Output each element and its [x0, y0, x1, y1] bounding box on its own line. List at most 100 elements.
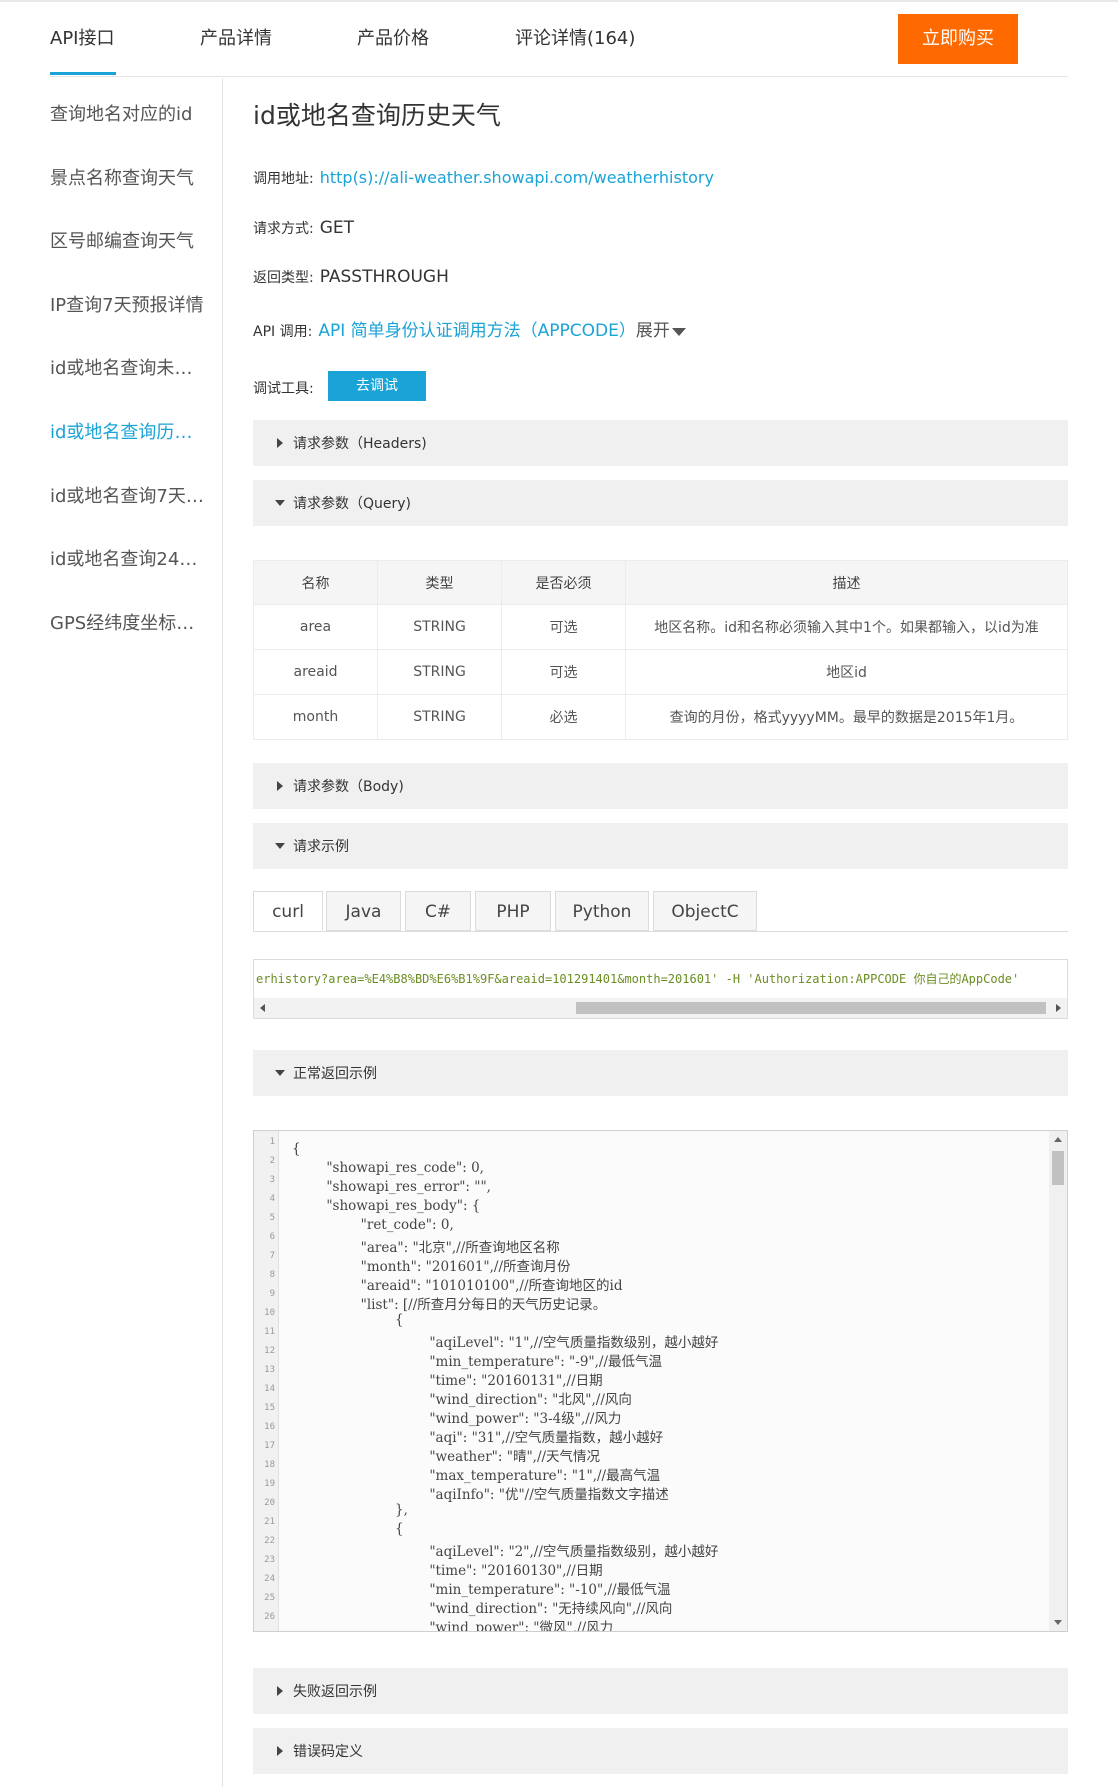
line-number: 27: [264, 1631, 275, 1632]
sidebar-item-gps-weather[interactable]: GPS经纬度坐标…: [50, 609, 210, 635]
debug-label: 调试工具:: [253, 381, 314, 397]
query-params-table: 名称 类型 是否必须 描述 area STRING 可选 地区名称。id和名称必…: [253, 560, 1068, 740]
param-required: 可选: [501, 604, 626, 650]
section-query[interactable]: 请求参数（Query): [253, 480, 1068, 526]
endpoint-row: 调用地址: http(s)://ali-weather.showapi.com/w…: [253, 168, 714, 188]
caret-right-icon: [277, 1686, 283, 1696]
section-body[interactable]: 请求参数（Body): [253, 763, 1068, 809]
scroll-down-icon[interactable]: [1054, 1620, 1062, 1625]
line-number: 23: [264, 1555, 275, 1565]
curl-example-box: erhistory?area=%E4%B8%BD%E6%B1%9F&areaid…: [253, 959, 1068, 1019]
line-number: 25: [264, 1593, 275, 1603]
caret-down-icon[interactable]: [671, 327, 686, 336]
code-line: "weather": "晴",//天气情况: [292, 1449, 601, 1465]
code-line: {: [292, 1312, 404, 1328]
line-number: 14: [264, 1384, 275, 1394]
code-line: "min_temperature": "-9",//最低气温: [292, 1354, 663, 1370]
line-number: 5: [269, 1213, 275, 1223]
return-type-label: 返回类型:: [253, 270, 314, 286]
param-required: 可选: [501, 649, 626, 695]
col-description: 描述: [625, 560, 1068, 605]
section-error-response-title: 失败返回示例: [293, 1684, 377, 1700]
code-line: "aqiInfo": "优"//空气质量指数文字描述: [292, 1487, 669, 1503]
section-headers[interactable]: 请求参数（Headers): [253, 420, 1068, 466]
line-number: 20: [264, 1498, 275, 1508]
scroll-left-icon[interactable]: [260, 1004, 265, 1012]
line-number: 6: [269, 1232, 275, 1242]
tab-reviews[interactable]: 评论详情(164): [515, 24, 635, 50]
caret-right-icon: [277, 781, 283, 791]
sidebar-item-future-weather[interactable]: id或地名查询未来…: [50, 354, 210, 380]
endpoint-url-link[interactable]: http(s)://ali-weather.showapi.com/weathe…: [320, 168, 714, 187]
return-type-row: 返回类型: PASSTHROUGH: [253, 267, 449, 287]
caret-right-icon: [277, 1746, 283, 1756]
tab-product-details[interactable]: 产品详情: [200, 24, 272, 50]
param-description: 查询的月份，格式yyyyMM。最早的数据是2015年1月。: [625, 694, 1068, 740]
code-line: {: [292, 1141, 301, 1157]
section-normal-response[interactable]: 正常返回示例: [253, 1050, 1068, 1096]
section-error-response[interactable]: 失败返回示例: [253, 1668, 1068, 1714]
section-query-title: 请求参数（Query): [293, 496, 412, 512]
line-number: 26: [264, 1612, 275, 1622]
scroll-thumb[interactable]: [1052, 1151, 1064, 1185]
sidebar-item-scenic-weather[interactable]: 景点名称查询天气: [50, 164, 210, 190]
method-value: GET: [319, 218, 355, 238]
line-number: 13: [264, 1365, 275, 1375]
tab-java[interactable]: Java: [326, 891, 401, 931]
line-number: 1: [269, 1137, 275, 1147]
sidebar-item-history-weather[interactable]: id或地名查询历史…: [50, 418, 210, 444]
code-line: "min_temperature": "-10",//最低气温: [292, 1582, 671, 1598]
section-request-example-title: 请求示例: [293, 839, 349, 855]
expand-toggle[interactable]: 展开: [636, 321, 670, 341]
code-language-tabs: curl Java C# PHP Python ObjectC: [253, 891, 1068, 932]
line-number: 22: [264, 1536, 275, 1546]
code-line: "showapi_res_body": {: [292, 1198, 481, 1214]
table-row: areaid STRING 可选 地区id: [253, 649, 1068, 695]
endpoint-label: 调用地址:: [253, 171, 314, 187]
line-number: 21: [264, 1517, 275, 1527]
code-line: "time": "20160131",//日期: [292, 1373, 603, 1389]
sidebar-item-24h-weather[interactable]: id或地名查询24…: [50, 545, 210, 571]
appcode-auth-link[interactable]: API 简单身份认证调用方法（APPCODE）: [318, 321, 636, 341]
line-number: 15: [264, 1403, 275, 1413]
page-title: id或地名查询历史天气: [253, 101, 501, 130]
section-request-example[interactable]: 请求示例: [253, 823, 1068, 869]
sidebar-item-postcode-weather[interactable]: 区号邮编查询天气: [50, 227, 210, 253]
method-row: 请求方式: GET: [253, 218, 354, 238]
buy-now-button[interactable]: 立即购买: [898, 14, 1018, 64]
sidebar-item-7day-weather[interactable]: id或地名查询7天…: [50, 482, 210, 508]
table-header-row: 名称 类型 是否必须 描述: [253, 560, 1068, 605]
sidebar-item-ip-forecast[interactable]: IP查询7天预报详情: [50, 291, 210, 317]
code-line: "areaid": "101010100",//所查询地区的id: [292, 1278, 623, 1294]
param-type: STRING: [377, 649, 502, 695]
param-type: STRING: [377, 694, 502, 740]
tab-csharp[interactable]: C#: [405, 891, 471, 931]
vertical-scrollbar[interactable]: [1049, 1131, 1067, 1631]
tab-curl[interactable]: curl: [253, 891, 323, 931]
param-description: 地区名称。id和名称必须输入其中1个。如果都输入，以id为准: [625, 604, 1068, 650]
active-tab-underline: [50, 72, 116, 75]
scroll-up-icon[interactable]: [1054, 1137, 1062, 1142]
debug-button[interactable]: 去调试: [328, 371, 426, 401]
code-line: "wind_direction": "无持续风向",//风向: [292, 1601, 673, 1617]
section-error-codes[interactable]: 错误码定义: [253, 1728, 1068, 1774]
col-type: 类型: [377, 560, 502, 605]
scroll-thumb[interactable]: [576, 1002, 1046, 1014]
tab-python[interactable]: Python: [555, 891, 649, 931]
tab-api[interactable]: API接口: [50, 24, 114, 50]
tab-php[interactable]: PHP: [475, 891, 551, 931]
section-headers-title: 请求参数（Headers): [293, 436, 427, 452]
code-line: "wind_power": "微风",//风力: [292, 1620, 614, 1632]
tab-objectc[interactable]: ObjectC: [653, 891, 757, 931]
tab-product-price[interactable]: 产品价格: [357, 24, 429, 50]
code-line: "aqiLevel": "1",//空气质量指数级别，越小越好: [292, 1335, 719, 1351]
horizontal-scrollbar[interactable]: [254, 998, 1067, 1018]
sidebar-item-query-id[interactable]: 查询地名对应的id: [50, 100, 210, 126]
param-name: areaid: [253, 649, 378, 695]
line-number: 24: [264, 1574, 275, 1584]
code-line: {: [292, 1521, 404, 1537]
scroll-right-icon[interactable]: [1056, 1004, 1061, 1012]
line-number: 3: [269, 1175, 275, 1185]
table-row: area STRING 可选 地区名称。id和名称必须输入其中1个。如果都输入，…: [253, 604, 1068, 650]
code-line: "aqi": "31",//空气质量指数，越小越好: [292, 1430, 664, 1446]
